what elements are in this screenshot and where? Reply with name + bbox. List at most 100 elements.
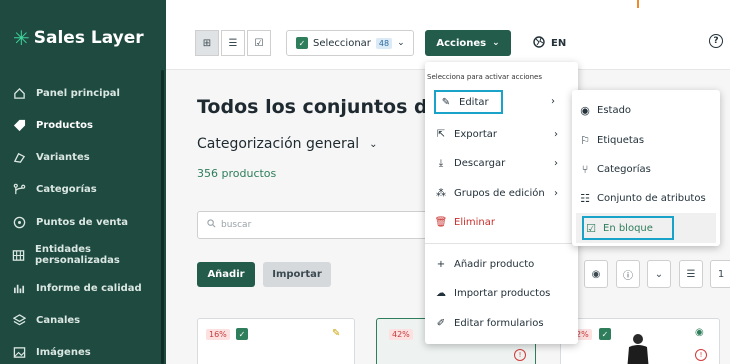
page-number[interactable]: 1 [710, 260, 730, 288]
sidebar-item-variantes[interactable]: Variantes [12, 145, 90, 169]
menu-item-editar[interactable]: ✎ Editar [434, 90, 503, 114]
add-button[interactable]: Añadir [197, 262, 255, 287]
submenu-item-label: Conjunto de atributos [597, 192, 706, 204]
download-icon: ⤓ [438, 157, 444, 169]
list-icon: ☷ [580, 191, 590, 205]
menu-item-importar-productos[interactable]: ☁ Importar productos [434, 281, 574, 305]
menu-item-label: Añadir producto [454, 258, 535, 270]
eye-icon: ◉ [591, 268, 601, 280]
menu-item-exportar[interactable]: ⇱ Exportar › [434, 122, 574, 146]
submenu-item-categorias[interactable]: ⑂ Categorías [578, 157, 716, 181]
language-selector[interactable]: EN [533, 36, 566, 51]
card-checkbox[interactable]: ✓ [599, 328, 611, 340]
variants-icon [12, 150, 26, 164]
search-input[interactable]: buscar [197, 211, 437, 239]
sidebar-item-label: Informe de calidad [36, 282, 142, 294]
sidebar-scrollbar[interactable] [161, 70, 164, 364]
product-card[interactable]: 16% ✓ ✎ [197, 318, 355, 364]
list-icon: ☰ [686, 268, 696, 280]
help-icon[interactable]: ? [709, 34, 723, 48]
submenu-item-estado[interactable]: ◉ Estado [578, 98, 716, 122]
alert-icon: ! [695, 349, 707, 361]
menu-item-label: Importar productos [454, 287, 551, 299]
discount-badge: 16% [206, 329, 230, 340]
sidebar-item-label: Panel principal [36, 87, 120, 99]
sort-button[interactable]: ☰ [679, 260, 703, 288]
edit-box-icon: ☑ [586, 221, 596, 235]
eye-icon[interactable]: ◉ [695, 327, 704, 338]
sidebar-item-label: Puntos de venta [36, 216, 129, 228]
menu-item-eliminar[interactable]: 🗑 Eliminar [434, 210, 574, 234]
card-checkbox[interactable]: ✓ [236, 328, 248, 340]
more-button[interactable]: ⌄ [647, 260, 671, 288]
submenu-item-en-bloque[interactable]: ☑ En bloque [582, 216, 674, 240]
pencil-icon[interactable]: ✎ [332, 328, 340, 339]
cloud-upload-icon: ☁ [436, 287, 446, 299]
submenu-item-etiquetas[interactable]: ⚐ Etiquetas [578, 128, 716, 152]
edit-box-icon: ☑ [254, 37, 264, 49]
page-title: Todos los conjuntos de atributos [197, 96, 427, 118]
sidebar-item-canales[interactable]: Canales [12, 308, 80, 332]
checkbox-icon: ✓ [296, 37, 308, 49]
alert-icon: ! [514, 349, 526, 361]
sidebar: ✳ Sales Layer Panel principal Productos … [0, 0, 166, 364]
language-label: EN [551, 38, 567, 49]
chevron-down-icon: ⌄ [492, 38, 500, 48]
alert-icon: ⓘ [623, 270, 633, 282]
sidebar-item-panel-principal[interactable]: Panel principal [12, 81, 120, 105]
grid-view-button[interactable]: ⊞ [195, 30, 219, 56]
product-count: 356 productos [197, 167, 277, 180]
eye-icon: ◉ [580, 103, 590, 117]
menu-hint: Selecciona para activar acciones [427, 73, 542, 81]
list-view-button[interactable]: ☰ [221, 30, 245, 56]
brand-name: Sales Layer [33, 28, 144, 48]
image-icon [12, 345, 26, 359]
sidebar-item-entidades-personalizadas[interactable]: Entidades personalizadas [12, 243, 166, 267]
menu-item-editar-formularios[interactable]: ✐ Editar formularios [434, 311, 574, 335]
pencil-icon: ✎ [441, 96, 451, 108]
branch-icon [12, 182, 26, 196]
chevron-down-icon: ⌄ [369, 138, 378, 150]
actions-menu: Selecciona para activar acciones ✎ Edita… [425, 62, 578, 344]
notification-marker [637, 0, 639, 8]
brand-logo[interactable]: ✳ Sales Layer [13, 28, 144, 48]
import-button[interactable]: Importar [263, 262, 331, 287]
pencil-line-icon: ✐ [436, 317, 446, 329]
bar-chart-icon [12, 281, 26, 295]
menu-item-grupos-de-edicion[interactable]: ⁂ Grupos de edición › [434, 181, 574, 205]
visibility-button[interactable]: ◉ [584, 260, 608, 288]
grid-icon [12, 248, 25, 262]
submenu-item-label: Estado [597, 104, 632, 116]
chevron-down-icon: ⌄ [397, 38, 405, 48]
sidebar-item-label: Entidades personalizadas [35, 244, 120, 266]
sidebar-item-label: Imágenes [36, 346, 91, 358]
branch-icon: ⑂ [581, 162, 589, 176]
sidebar-item-informe-de-calidad[interactable]: Informe de calidad [12, 276, 142, 300]
product-thumbnail [627, 334, 649, 364]
sidebar-item-imagenes[interactable]: Imágenes [12, 340, 91, 364]
submenu-item-conjunto-de-atributos[interactable]: ☷ Conjunto de atributos [578, 186, 716, 210]
asterisk-logo-icon: ✳ [13, 26, 30, 50]
menu-item-descargar[interactable]: ⤓ Descargar › [434, 151, 574, 175]
submenu-item-label: Categorías [597, 163, 651, 175]
sidebar-item-puntos-de-venta[interactable]: Puntos de venta [12, 210, 128, 234]
submenu-item-label: Etiquetas [597, 134, 645, 146]
menu-item-anadir-producto[interactable]: + Añadir producto [434, 252, 574, 276]
menu-item-label: Eliminar [454, 216, 495, 228]
home-icon [12, 86, 26, 100]
select-button[interactable]: ✓ Seleccionar 48 ⌄ [286, 30, 414, 56]
sidebar-item-categorias[interactable]: Categorías [12, 177, 97, 201]
chevron-right-icon: › [551, 96, 555, 107]
layers-icon [12, 313, 26, 327]
actions-button[interactable]: Acciones ⌄ [425, 30, 511, 56]
select-label: Seleccionar [313, 37, 371, 49]
category-selector[interactable]: Categorización general ⌄ [197, 136, 378, 152]
chevron-right-icon: › [554, 128, 558, 140]
alerts-button[interactable]: ⓘ [616, 260, 640, 288]
chevron-right-icon: › [554, 187, 558, 199]
product-card[interactable]: 2% ✓ ◉ ! [560, 318, 720, 364]
edit-view-button[interactable]: ☑ [247, 30, 271, 56]
discount-badge: 42% [389, 329, 413, 340]
sidebar-item-productos[interactable]: Productos [12, 113, 93, 137]
chevron-right-icon: › [554, 157, 558, 169]
